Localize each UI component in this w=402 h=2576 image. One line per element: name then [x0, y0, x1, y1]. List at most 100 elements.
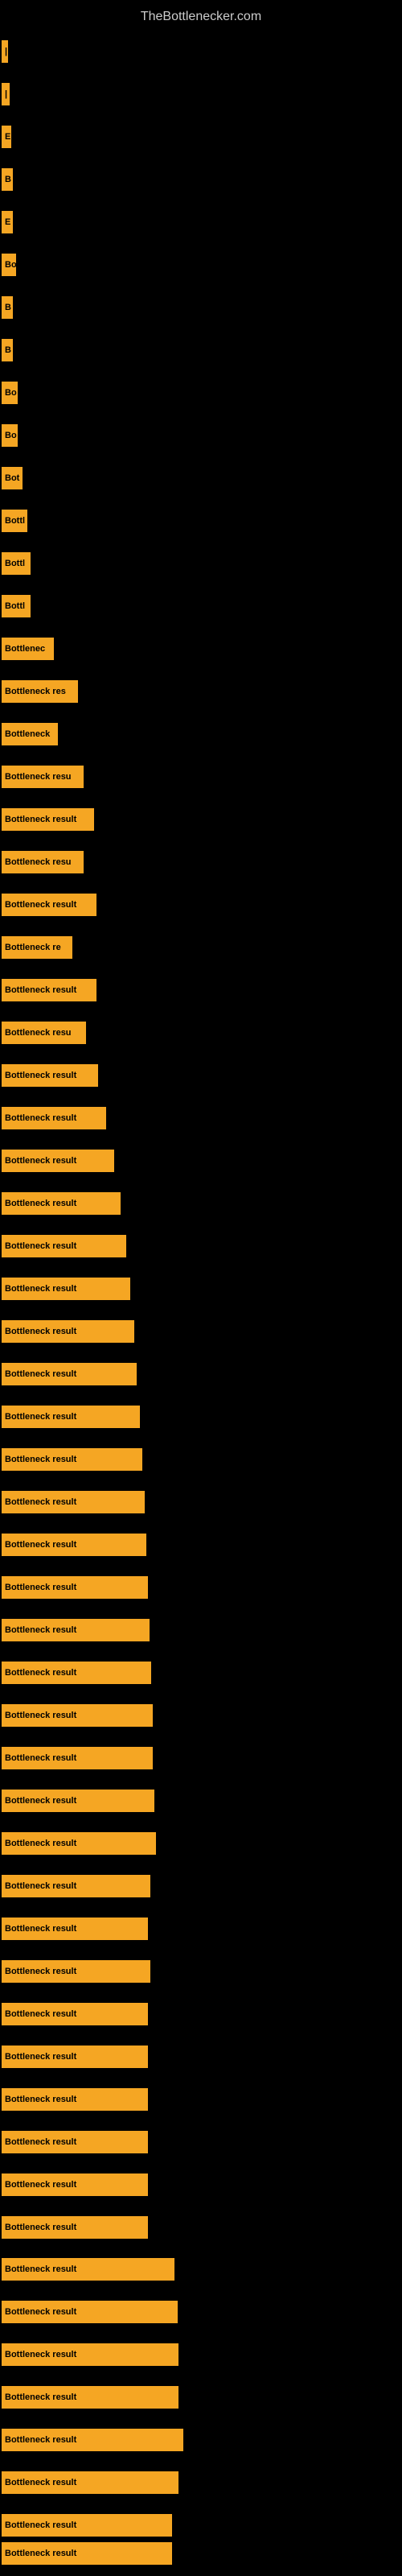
bar-label: Bottleneck result — [2, 1832, 156, 1855]
bar-label: B — [2, 168, 13, 191]
bar-row: Bo — [0, 374, 402, 412]
site-title: TheBottlenecker.com — [0, 3, 402, 31]
bar-label: Bottleneck result — [2, 894, 96, 916]
bar-label: Bottleneck resu — [2, 766, 84, 788]
bar-row: Bottleneck result — [0, 1525, 402, 1564]
bar-label: Bottl — [2, 552, 31, 575]
bar-row: Bottleneck result — [0, 2080, 402, 2119]
bar-row: Bottleneck result — [0, 1952, 402, 1991]
bar-row: Bottleneck result — [0, 886, 402, 924]
bar-row: B — [0, 160, 402, 199]
bar-label: Bottleneck result — [2, 1491, 145, 1513]
bar-label: Bottleneck result — [2, 2003, 148, 2025]
bar-label: Bottleneck result — [2, 1064, 98, 1087]
bar-row: E — [0, 203, 402, 242]
bar-label: Bo — [2, 382, 18, 404]
bar-label: Bottleneck result — [2, 2174, 148, 2196]
bar-label: Bottleneck result — [2, 2046, 148, 2068]
bar-label: E — [2, 126, 11, 148]
bar-row: Bottleneck result — [0, 2208, 402, 2247]
bar-row: E — [0, 118, 402, 156]
bar-row: Bottleneck result — [0, 1653, 402, 1692]
bar-label: Bottleneck result — [2, 2343, 178, 2366]
bar-row: Bottl — [0, 544, 402, 583]
bar-label: Bottleneck res — [2, 680, 78, 703]
bar-label: Bottleneck result — [2, 2088, 148, 2111]
bar-row: Bottleneck result — [0, 2534, 402, 2573]
bar-row: Bottleneck re — [0, 928, 402, 967]
bar-label: Bottleneck result — [2, 2386, 178, 2409]
bar-row: B — [0, 331, 402, 369]
bar-row: Bottleneck resu — [0, 843, 402, 881]
bar-label: Bottleneck result — [2, 1619, 150, 1641]
bar-label: Bottleneck result — [2, 1150, 114, 1172]
bar-label: Bottleneck result — [2, 1576, 148, 1599]
bar-row: Bottleneck resu — [0, 758, 402, 796]
bar-label: Bottleneck result — [2, 1875, 150, 1897]
bar-label: | — [2, 83, 10, 105]
bar-label: Bottleneck result — [2, 2514, 172, 2537]
bar-label: Bottl — [2, 510, 27, 532]
bar-label: Bottleneck result — [2, 1406, 140, 1428]
bar-label: Bottleneck result — [2, 1192, 121, 1215]
bar-row: Bottleneck result — [0, 2293, 402, 2331]
bar-row: Bottleneck result — [0, 1824, 402, 1863]
bar-label: Bottleneck result — [2, 1320, 134, 1343]
bar-label: | — [2, 40, 8, 63]
bar-row: Bottleneck result — [0, 2378, 402, 2417]
bar-row: Bottleneck result — [0, 1312, 402, 1351]
bar-label: Bo — [2, 254, 16, 276]
bar-row: Bottleneck result — [0, 1397, 402, 1436]
bar-row: Bottleneck result — [0, 1568, 402, 1607]
bar-row: Bottleneck result — [0, 1099, 402, 1137]
bar-label: Bottleneck re — [2, 936, 72, 959]
bar-label: Bottleneck result — [2, 1662, 151, 1684]
bar-row: Bottleneck — [0, 715, 402, 753]
bar-label: Bottleneck result — [2, 1278, 130, 1300]
bar-row: B — [0, 288, 402, 327]
bar-label: Bottleneck result — [2, 808, 94, 831]
bar-row: Bottleneck result — [0, 2250, 402, 2289]
bar-row: Bottleneck result — [0, 1909, 402, 1948]
bar-row: Bottl — [0, 502, 402, 540]
bar-label: Bot — [2, 467, 23, 489]
bar-row: Bottleneck result — [0, 971, 402, 1009]
bar-label: Bottleneck result — [2, 1960, 150, 1983]
bar-row: Bottleneck result — [0, 1269, 402, 1308]
bar-label: Bottleneck resu — [2, 1022, 86, 1044]
bar-row: Bottleneck result — [0, 2463, 402, 2502]
bar-label: Bottleneck result — [2, 1235, 126, 1257]
bar-row: Bottleneck result — [0, 1184, 402, 1223]
bar-row: Bottleneck result — [0, 2123, 402, 2161]
bar-label: Bottleneck result — [2, 1704, 153, 1727]
bar-label: Bottlenec — [2, 638, 54, 660]
bar-row: Bottleneck result — [0, 1867, 402, 1905]
bar-label: B — [2, 296, 13, 319]
bar-label: Bottleneck result — [2, 1534, 146, 1556]
bar-row: | — [0, 32, 402, 71]
bar-label: Bottleneck result — [2, 1918, 148, 1940]
bar-label: Bottleneck result — [2, 2542, 172, 2565]
bar-row: Bottleneck resu — [0, 1013, 402, 1052]
bar-label: B — [2, 339, 13, 361]
bar-label: Bottleneck result — [2, 2471, 178, 2494]
bar-row: Bottleneck result — [0, 1227, 402, 1265]
bar-label: Bottleneck result — [2, 1747, 153, 1769]
bar-row: Bottleneck result — [0, 1696, 402, 1735]
bar-label: Bottleneck — [2, 723, 58, 745]
bar-row: Bottleneck result — [0, 2421, 402, 2459]
bar-label: Bottleneck resu — [2, 851, 84, 873]
bar-row: Bottlenec — [0, 630, 402, 668]
bar-row: Bottleneck result — [0, 1739, 402, 1777]
bar-row: Bottleneck result — [0, 1355, 402, 1393]
bar-row: Bottleneck result — [0, 800, 402, 839]
bar-label: Bottleneck result — [2, 2301, 178, 2323]
bar-label: Bottleneck result — [2, 2258, 174, 2281]
bar-row: Bottleneck result — [0, 1611, 402, 1649]
bar-label: Bottleneck result — [2, 1448, 142, 1471]
bar-label: Bottleneck result — [2, 2216, 148, 2239]
bar-row: Bottleneck result — [0, 1781, 402, 1820]
bar-row: | — [0, 75, 402, 114]
bar-label: Bottleneck result — [2, 979, 96, 1001]
bar-label: Bottleneck result — [2, 2429, 183, 2451]
